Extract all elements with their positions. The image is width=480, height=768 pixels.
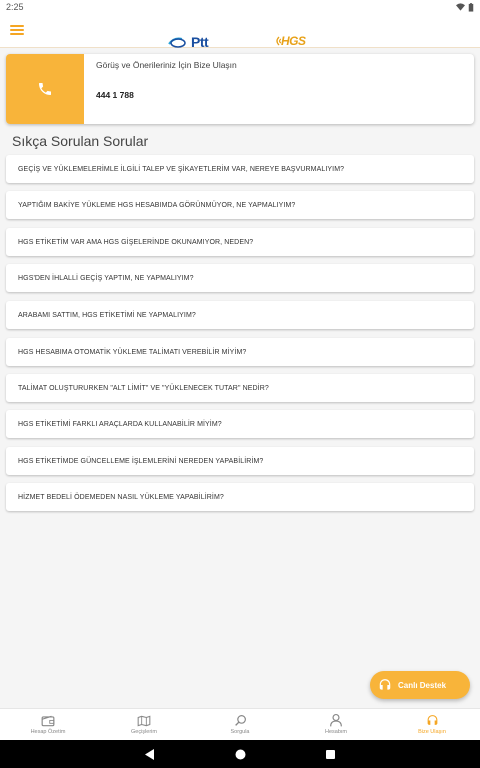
contact-card: Görüş ve Önerileriniz İçin Bize Ulaşın 4… <box>6 54 474 124</box>
home-button[interactable] <box>235 749 246 760</box>
nav-label: Hesabım <box>324 729 347 735</box>
ptt-logo: Ptt <box>168 34 209 50</box>
faq-item[interactable]: HGS ETİKETİMİ FARKLI ARAÇLARDA KULLANABİ… <box>6 410 474 438</box>
ptt-swoosh-icon <box>168 37 186 48</box>
faq-item[interactable]: ARABAMI SATTIM, HGS ETİKETİMİ NE YAPMALI… <box>6 301 474 329</box>
bottom-nav: Hesap Özetim Geçişlerim Sorgula Hesabım … <box>0 708 480 740</box>
nav-label: Geçişlerim <box>131 728 157 735</box>
menu-icon-line <box>10 25 24 27</box>
faq-title: Sıkça Sorulan Sorular <box>12 133 149 149</box>
back-triangle-icon <box>145 748 154 760</box>
hgs-logo: HGS <box>273 34 306 48</box>
recents-button[interactable] <box>326 749 335 759</box>
faq-item[interactable]: GEÇİŞ VE YÜKLEMELERİMLE İLGİLİ TALEP VE … <box>6 155 474 183</box>
faq-item[interactable]: HGS ETİKETİM VAR AMA HGS GİŞELERİNDE OKU… <box>6 228 474 256</box>
nav-item-account-summary[interactable]: Hesap Özetim <box>0 709 96 740</box>
live-support-button[interactable]: Canlı Destek <box>370 671 470 699</box>
hgs-logo-text: HGS <box>281 34 306 48</box>
faq-item[interactable]: TALİMAT OLUŞTURURKEN "ALT LİMİT" VE "YÜK… <box>6 374 474 402</box>
nav-item-my-account[interactable]: Hesabım <box>288 709 384 740</box>
faq-item[interactable]: HİZMET BEDELİ ÖDEMEDEN NASIL YÜKLEME YAP… <box>6 483 474 511</box>
hgs-signal-icon <box>276 36 281 46</box>
road-map-icon <box>137 715 151 726</box>
menu-button[interactable] <box>10 23 24 37</box>
wallet-icon <box>41 715 55 726</box>
faq-item[interactable]: HGS HESABIMA OTOMATİK YÜKLEME TALİMATI V… <box>6 338 474 366</box>
home-circle-icon <box>235 749 246 759</box>
call-button[interactable] <box>6 54 84 124</box>
menu-icon-line <box>10 29 24 31</box>
user-icon <box>330 714 342 727</box>
nav-item-contact-us[interactable]: Bize Ulaşın <box>384 709 480 740</box>
headset-icon <box>379 679 391 690</box>
status-time: 2:25 <box>6 2 24 12</box>
faq-item[interactable]: YAPTIĞIM BAKİYE YÜKLEME HGS HESABIMDA GÖ… <box>6 191 474 219</box>
wifi-icon <box>456 3 465 11</box>
system-nav-bar <box>0 740 480 768</box>
back-button[interactable] <box>145 748 155 760</box>
nav-label: Hesap Özetim <box>30 728 66 735</box>
battery-icon <box>468 2 474 12</box>
ptt-logo-text: Ptt <box>191 34 209 50</box>
contact-title: Görüş ve Önerileriniz İçin Bize Ulaşın <box>96 60 237 70</box>
nav-label: Sorgula <box>230 729 250 735</box>
nav-label: Bize Ulaşın <box>418 729 446 735</box>
headset-icon <box>427 715 437 725</box>
faq-item[interactable]: HGS ETİKETİMDE GÜNCELLEME İŞLEMLERİNİ NE… <box>6 447 474 475</box>
status-bar: 2:25 <box>0 0 480 14</box>
search-icon <box>234 715 246 726</box>
nav-item-query[interactable]: Sorgula <box>192 709 288 740</box>
live-support-label: Canlı Destek <box>398 680 447 690</box>
contact-info: Görüş ve Önerileriniz İçin Bize Ulaşın 4… <box>84 54 474 124</box>
menu-icon-line <box>10 33 24 35</box>
status-icons <box>456 2 474 12</box>
nav-item-passages[interactable]: Geçişlerim <box>96 709 192 740</box>
phone-icon <box>39 83 51 95</box>
app-bar: Ptt HGS <box>0 14 480 50</box>
contact-phone[interactable]: 444 1 788 <box>96 90 462 100</box>
faq-item[interactable]: HGS'DEN İHLALLİ GEÇİŞ YAPTIM, NE YAPMALI… <box>6 264 474 292</box>
recents-square-icon <box>326 749 335 759</box>
